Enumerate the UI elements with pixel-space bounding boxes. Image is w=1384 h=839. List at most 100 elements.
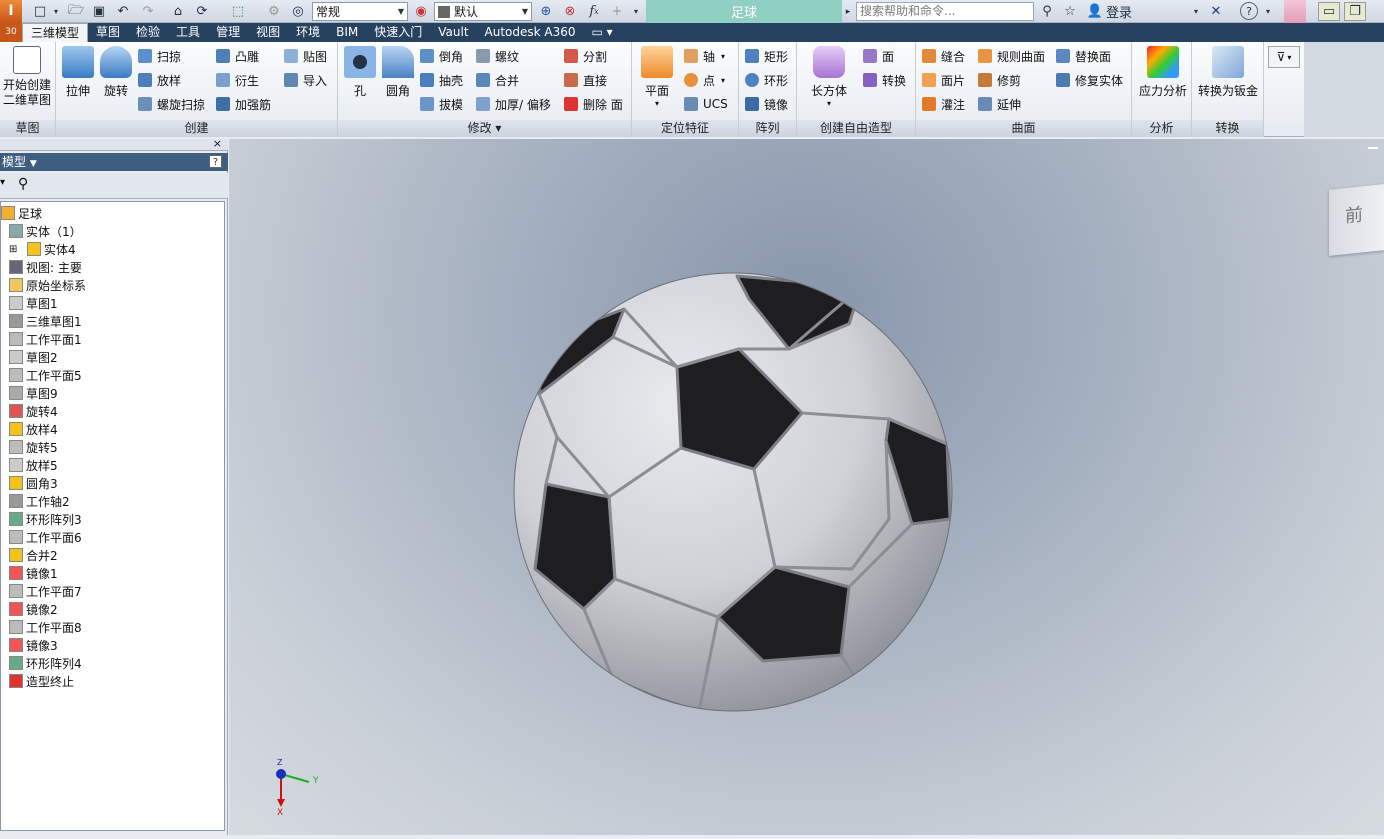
customize-dropdown-icon[interactable]: ▾ [629,2,643,21]
tree-node[interactable]: 工作平面6 [9,528,82,546]
plane-button[interactable]: 平面 ▾ [636,46,678,108]
tree-node[interactable]: 工作轴2 [9,492,70,510]
login-button[interactable]: 登录 [1106,2,1156,21]
ucs-button[interactable]: UCS [684,94,728,114]
binoculars-icon[interactable]: ⚲ [18,176,28,192]
user-icon[interactable]: 👤 [1086,2,1104,21]
tab-sketch[interactable]: 草图 [88,23,128,42]
update-icon[interactable]: ⟳ [192,2,212,21]
freeform-convert-button[interactable]: 转换 [863,70,906,90]
select-icon[interactable]: ⬚ [228,2,248,21]
tree-node[interactable]: 镜像2 [9,600,58,618]
tree-node[interactable]: 工作平面1 [9,330,82,348]
redo-icon[interactable]: ↷ [138,2,158,21]
axis-button[interactable]: 轴 ▾ [684,46,725,66]
tree-node[interactable]: 合并2 [9,546,58,564]
undo-icon[interactable]: ↶ [113,2,133,21]
tree-node[interactable]: 原始坐标系 [9,276,86,294]
chevron-right-icon[interactable]: ▸ [842,2,854,21]
sculpt-button[interactable]: 灌注 [922,94,965,114]
tab-environments[interactable]: 环境 [288,23,328,42]
open-folder-icon[interactable]: 🗁 [66,2,86,21]
tree-node[interactable]: 镜像1 [9,564,58,582]
appearance-dropdown[interactable]: 默认 ▼ [434,2,532,21]
stress-analysis-button[interactable]: 应力分析 [1136,46,1190,99]
thicken-offset-button[interactable]: 加厚/ 偏移 [476,94,551,114]
filter-icon[interactable]: ▾ [0,177,5,188]
tree-node[interactable]: 草图2 [9,348,58,366]
shell-button[interactable]: 抽壳 [420,70,463,90]
circ-pattern-button[interactable]: 环形 [745,70,788,90]
tree-node[interactable]: 工作平面8 [9,618,82,636]
tree-node[interactable]: 环形阵列3 [9,510,82,528]
rib-button[interactable]: 加强筋 [216,94,271,114]
color-wheel-icon[interactable]: ◉ [411,2,431,21]
tree-node[interactable]: 视图: 主要 [9,258,82,276]
viewcube[interactable]: 前 [1329,184,1384,256]
help-icon[interactable]: ? [1240,2,1258,20]
binoculars-icon[interactable]: ⚲ [1038,2,1056,21]
revolve-button[interactable]: 旋转 [96,46,136,99]
tree-node[interactable]: 旋转5 [9,438,58,456]
rect-pattern-button[interactable]: 矩形 [745,46,788,66]
import-button[interactable]: 导入 [284,70,327,90]
tree-node[interactable]: 实体（1） [9,222,82,240]
tab-get-started[interactable]: 快速入门 [366,23,430,42]
tree-node[interactable]: 旋转4 [9,402,58,420]
hole-button[interactable]: 孔 [340,46,380,99]
stitch-button[interactable]: 缝合 [922,46,965,66]
start-2d-sketch-button[interactable]: 开始创建 二维草图 [0,46,54,108]
maximize-window-button[interactable]: ❐ [1344,2,1366,21]
home-icon[interactable]: ⌂ [168,2,188,21]
mirror-button[interactable]: 镜像 [745,94,788,114]
graphics-viewport[interactable]: Z Y X 前 [229,139,1384,835]
draft-button[interactable]: 拔模 [420,94,463,114]
tab-manage[interactable]: 管理 [208,23,248,42]
tab-view[interactable]: 视图 [248,23,288,42]
tab-tools[interactable]: 工具 [168,23,208,42]
tree-node[interactable]: 镜像3 [9,636,58,654]
derive-button[interactable]: 衍生 [216,70,259,90]
panel-title-modify[interactable]: 修改 ▾ [338,120,631,137]
tab-bim[interactable]: BIM [328,23,366,42]
convert-sheetmetal-button[interactable]: 转换为钣金 [1196,46,1260,99]
tab-vault[interactable]: Vault [430,23,476,42]
material-icon[interactable]: ◎ [288,2,308,21]
delete-face-button[interactable]: 删除 面 [564,94,623,114]
freeform-face-button[interactable]: 面 [863,46,894,66]
chamfer-button[interactable]: 倒角 [420,46,463,66]
sticker-button[interactable]: 贴图 [284,46,327,66]
app-menu-button[interactable]: I [0,0,22,23]
new-file-icon[interactable]: □ [30,2,50,21]
style-dropdown[interactable]: 常规 ▼ [312,2,408,21]
tab-inspect[interactable]: 检验 [128,23,168,42]
tree-node[interactable]: 环形阵列4 [9,654,82,672]
fillet-button[interactable]: 圆角 [378,46,418,99]
emboss-button[interactable]: 凸雕 [216,46,259,66]
extrude-button[interactable]: 拉伸 [58,46,98,99]
exchange-icon[interactable]: ✕ [1206,2,1226,21]
direct-edit-button[interactable]: 直接 [564,70,607,90]
help-icon[interactable]: ? [209,155,222,168]
tree-node[interactable]: 放样4 [9,420,58,438]
coil-button[interactable]: 螺旋扫掠 [138,94,205,114]
tree-node[interactable]: 圆角3 [9,474,58,492]
search-input[interactable]: 搜索帮助和命令... [856,2,1034,21]
tree-node[interactable]: 草图1 [9,294,58,312]
save-icon[interactable]: ▣ [89,2,109,21]
soccer-ball-model[interactable] [513,272,953,712]
tab-a360[interactable]: Autodesk A360 [477,23,584,42]
tree-node[interactable]: 足球 [1,204,42,222]
close-icon[interactable]: × [213,137,222,150]
tree-node[interactable]: 三维草图1 [9,312,82,330]
combine-button[interactable]: 合并 [476,70,519,90]
ribbon-options-dropdown[interactable]: ⊽ ▾ [1268,46,1300,68]
split-button[interactable]: 分割 [564,46,607,66]
expand-icon[interactable]: ⊞ [9,244,17,255]
repair-body-button[interactable]: 修复实体 [1056,70,1123,90]
ruled-surface-button[interactable]: 规则曲面 [978,46,1045,66]
sweep-button[interactable]: 扫掠 [138,46,181,66]
tree-node[interactable]: 造型终止 [9,672,74,690]
new-dropdown-icon[interactable]: ▾ [50,2,62,21]
clear-appearance-icon[interactable]: ⊗ [560,2,580,21]
